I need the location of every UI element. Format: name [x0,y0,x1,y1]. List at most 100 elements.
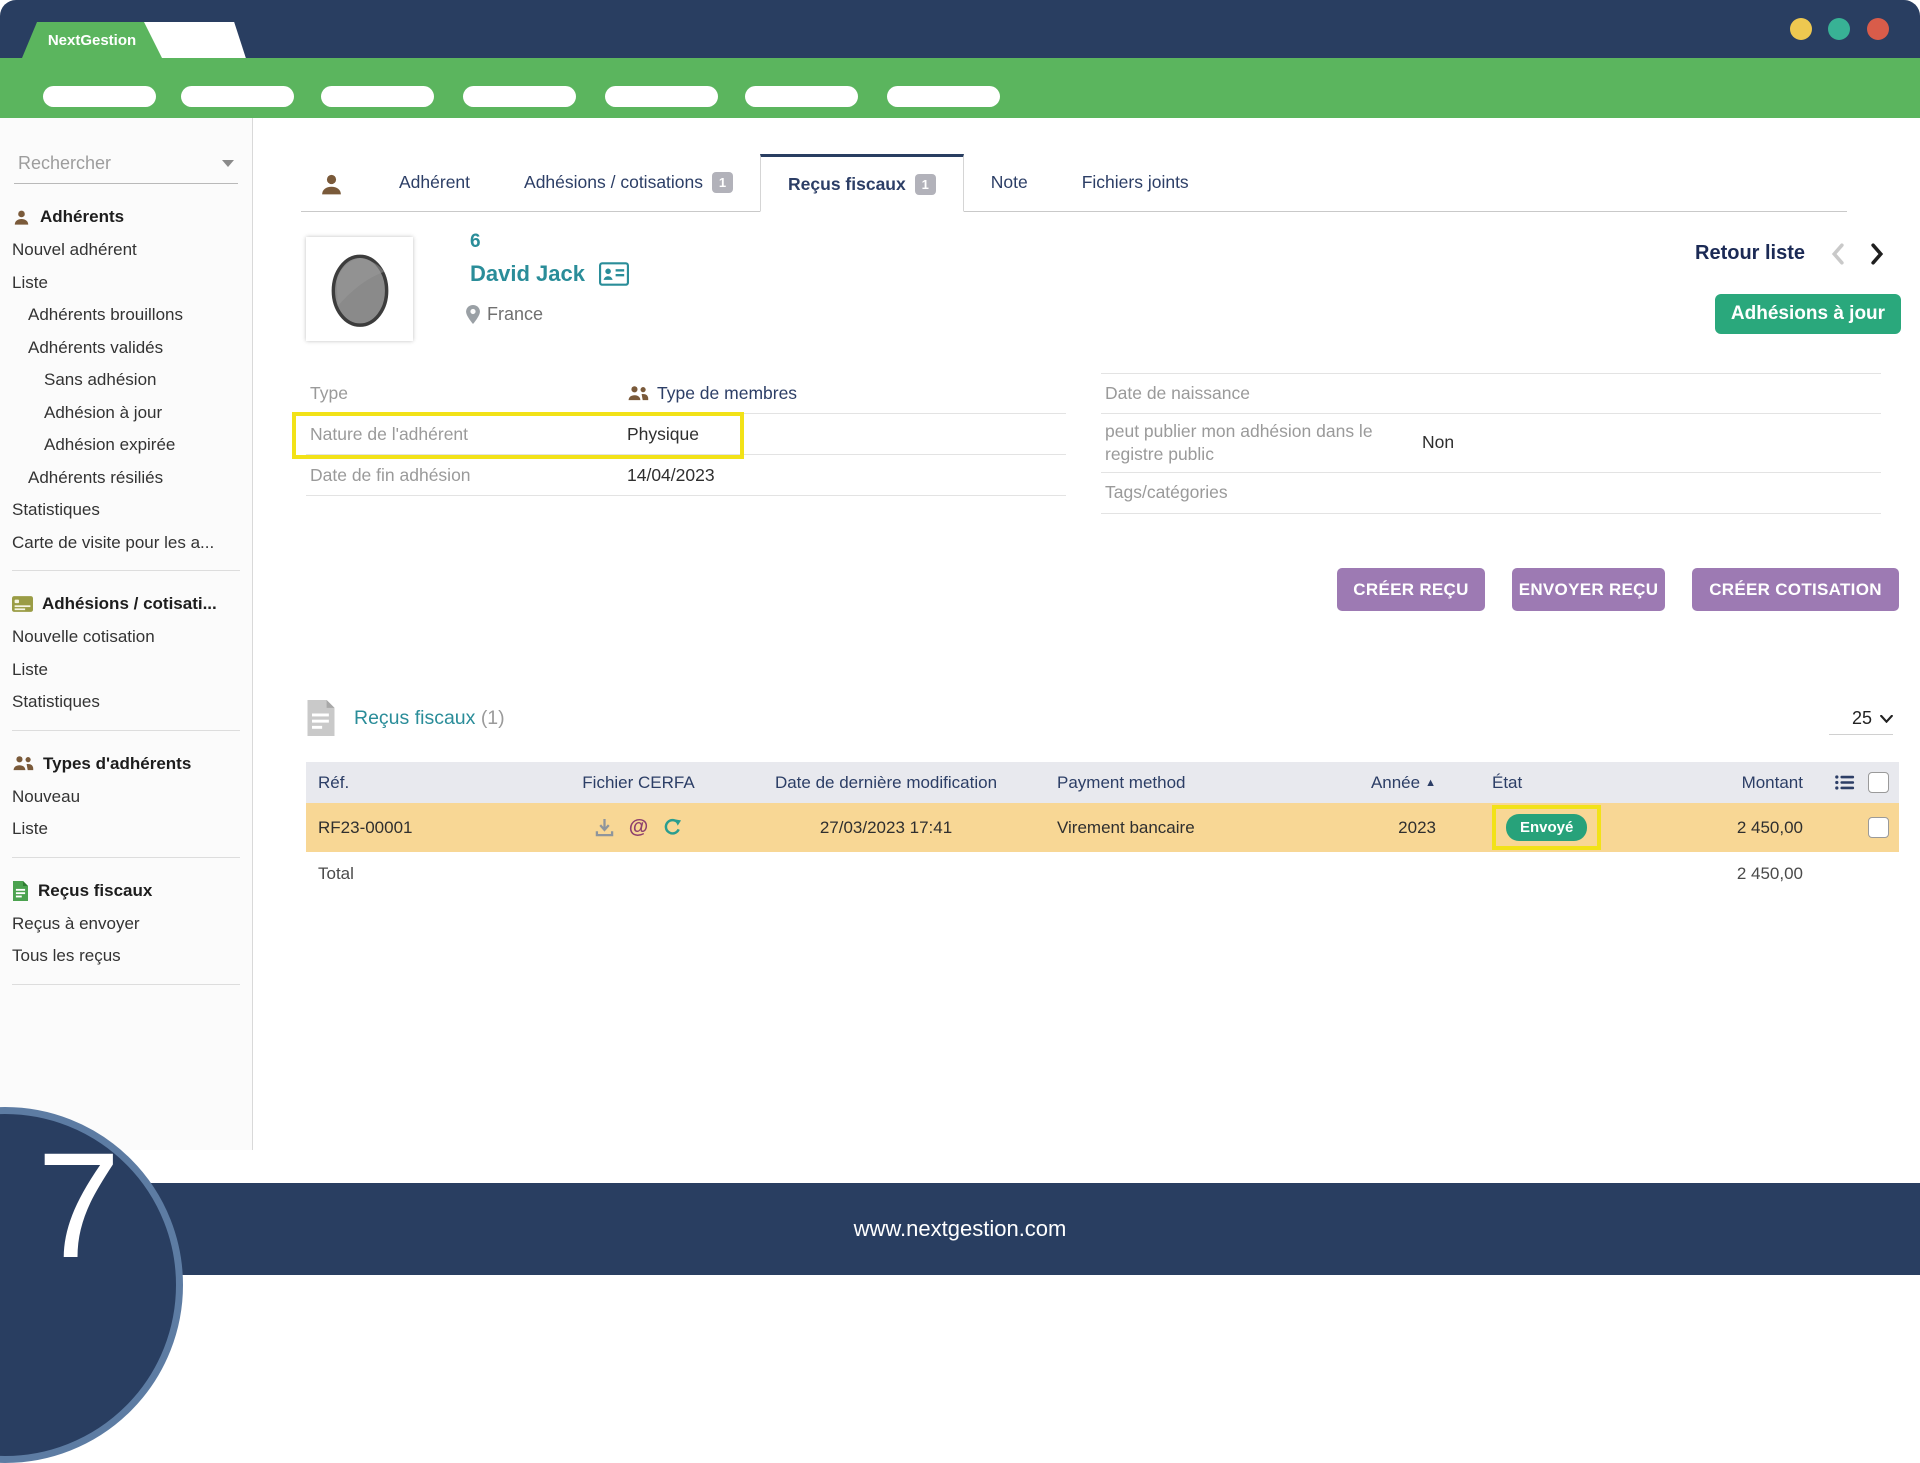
step-number: 7 [37,1130,120,1280]
sidebar-divider [12,984,240,985]
window-minimize-dot[interactable] [1790,18,1812,40]
sidebar-item-tous-les-recus[interactable]: Tous les reçus [0,940,252,973]
member-details-left: Type Type de membres Nature de l'adhéren… [306,373,1066,496]
main-navbar [0,58,1920,118]
window-maximize-dot[interactable] [1828,18,1850,40]
col-date[interactable]: Date de dernière modification [721,773,1051,793]
sidebar-item-liste-types[interactable]: Liste [0,813,252,846]
window-close-dot[interactable] [1867,18,1889,40]
sidebar-item-liste-adherents[interactable]: Liste [0,267,252,300]
sidebar-item-liste-cotisations[interactable]: Liste [0,654,252,687]
refresh-icon[interactable] [663,818,682,837]
sidebar-divider [12,857,240,858]
nature-value: Physique [627,424,1066,445]
chevron-right-icon[interactable] [1870,243,1885,265]
location-pin-icon [466,305,480,324]
nav-menu-placeholder[interactable] [745,86,858,107]
search-placeholder: Rechercher [18,153,111,174]
document-icon [306,700,336,736]
sidebar-divider [12,570,240,571]
window-titlebar: NextGestion [0,0,1920,58]
sidebar-item-adherents-brouillons[interactable]: Adhérents brouillons [0,299,252,332]
back-to-list-link[interactable]: Retour liste [1695,242,1805,265]
tab-fichiers-joints[interactable]: Fichiers joints [1055,153,1216,211]
people-icon [627,385,649,402]
create-contribution-button[interactable]: CRÉER COTISATION [1692,568,1899,611]
select-all-checkbox[interactable] [1868,772,1889,793]
col-cerfa[interactable]: Fichier CERFA [556,773,721,793]
nav-menu-placeholder[interactable] [463,86,576,107]
receipts-table-header: Réf. Fichier CERFA Date de dernière modi… [306,762,1899,803]
col-ref[interactable]: Réf. [306,773,556,793]
sidebar-item-sans-adhesion[interactable]: Sans adhésion [0,364,252,397]
nav-menu-placeholder[interactable] [887,86,1000,107]
nav-menu-placeholder[interactable] [181,86,294,107]
receipts-total-row: Total 2 450,00 [306,852,1899,896]
chevron-left-icon[interactable] [1830,243,1845,265]
create-receipt-button[interactable]: CRÉER REÇU [1337,568,1485,611]
tab-bar: Adhérent Adhésions / cotisations 1 Reçus… [301,118,1847,212]
nav-menu-placeholder[interactable] [605,86,718,107]
sidebar-section-recus: Reçus fiscaux [0,874,252,908]
detail-row-nature: Nature de l'adhérent Physique [306,414,1066,455]
col-amount[interactable]: Montant [1621,773,1803,793]
tab-note[interactable]: Note [964,153,1055,211]
registre-public-value: Non [1422,432,1881,453]
col-tools [1803,772,1899,793]
download-icon[interactable] [595,818,614,837]
receipt-year: 2023 [1301,818,1436,838]
detail-row-tags: Tags/catégories [1101,473,1881,514]
detail-row-registre-public: peut publier mon adhésion dans le regist… [1101,414,1881,473]
detail-row-type: Type Type de membres [306,373,1066,414]
sidebar-item-adhesion-a-jour[interactable]: Adhésion à jour [0,397,252,430]
brand-label: NextGestion [48,32,136,49]
adhesions-a-jour-button[interactable]: Adhésions à jour [1715,294,1901,334]
receipt-row[interactable]: RF23-00001 @ 27/03/2023 17:41 Virement b… [306,803,1899,852]
sidebar-item-adhesion-expiree[interactable]: Adhésion expirée [0,429,252,462]
nav-menu-placeholder[interactable] [321,86,434,107]
col-payment[interactable]: Payment method [1051,773,1301,793]
sidebar-item-nouveau-type[interactable]: Nouveau [0,781,252,814]
member-country-row: France [466,304,543,325]
col-state[interactable]: État [1436,773,1621,793]
nav-menu-placeholder[interactable] [43,86,156,107]
sidebar-item-recus-a-envoyer[interactable]: Reçus à envoyer [0,908,252,941]
receipts-list-title: Reçus fiscaux (1) [354,707,505,730]
tab-count-badge: 1 [712,172,733,193]
sidebar-item-statistiques-cotisations[interactable]: Statistiques [0,686,252,719]
sidebar-item-statistiques-adherents[interactable]: Statistiques [0,494,252,527]
sidebar-item-nouvel-adherent[interactable]: Nouvel adhérent [0,234,252,267]
tab-adherent[interactable]: Adhérent [372,153,497,211]
member-name: David Jack [470,261,585,287]
row-checkbox[interactable] [1868,817,1889,838]
search-select[interactable]: Rechercher [14,144,238,184]
tab-recus-fiscaux[interactable]: Reçus fiscaux 1 [760,154,964,212]
sidebar-item-adherents-resilies[interactable]: Adhérents résiliés [0,462,252,495]
sidebar-item-adherents-valides[interactable]: Adhérents validés [0,332,252,365]
receipt-state-cell: Envoyé [1436,805,1621,850]
receipt-icon [12,881,29,901]
tab-adhesions-cotisations[interactable]: Adhésions / cotisations 1 [497,153,760,211]
receipt-amount: 2 450,00 [1621,818,1803,838]
col-year[interactable]: Année ▲ [1301,773,1436,793]
sidebar-section-adhesions: Adhésions / cotisati... [0,587,252,621]
person-icon [12,208,31,227]
member-name-row: David Jack [470,261,629,287]
sidebar-item-nouvelle-cotisation[interactable]: Nouvelle cotisation [0,621,252,654]
total-amount: 2 450,00 [1621,864,1803,884]
send-receipt-button[interactable]: ENVOYER REÇU [1512,568,1665,611]
tab-count-badge: 1 [915,174,936,195]
people-icon [12,755,34,772]
sidebar-item-carte-de-visite[interactable]: Carte de visite pour les a... [0,527,252,560]
member-country: France [487,304,543,325]
email-at-icon[interactable]: @ [629,816,649,839]
receipt-payment: Virement bancaire [1051,818,1301,838]
column-list-icon[interactable] [1835,774,1855,791]
brand-tab[interactable]: NextGestion [22,22,162,58]
id-card-icon[interactable] [599,262,629,286]
page-size-select[interactable]: 25 [1829,703,1893,735]
type-de-membres-link[interactable]: Type de membres [627,383,1066,404]
chevron-down-icon [222,160,234,167]
member-details-right: Date de naissance peut publier mon adhés… [1101,373,1881,514]
fin-adhesion-value: 14/04/2023 [627,465,1066,486]
